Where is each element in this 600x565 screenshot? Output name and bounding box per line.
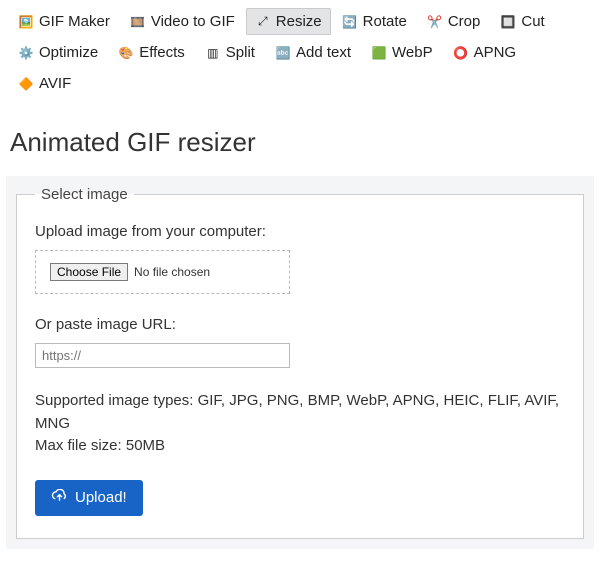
nav-video-to-gif[interactable]: 🎞️ Video to GIF (121, 8, 244, 35)
cut-icon: 🔲 (500, 14, 516, 30)
nav-rotate[interactable]: 🔄 Rotate (333, 8, 416, 35)
nav-crop[interactable]: ✂️ Crop (418, 8, 490, 35)
nav-avif[interactable]: 🔶 AVIF (9, 70, 80, 97)
nav-label: Optimize (39, 44, 98, 61)
nav-label: Split (226, 44, 255, 61)
rotate-icon: 🔄 (342, 14, 358, 30)
cloud-upload-icon (51, 489, 68, 507)
upload-button[interactable]: Upload! (35, 480, 143, 516)
main-panel: Select image Upload image from your comp… (6, 176, 594, 549)
select-image-fieldset: Select image Upload image from your comp… (16, 186, 584, 539)
nav-cut[interactable]: 🔲 Cut (491, 8, 553, 35)
url-input[interactable] (35, 343, 290, 368)
nav-optimize[interactable]: ⚙️ Optimize (9, 39, 107, 66)
nav-label: Video to GIF (151, 13, 235, 30)
nav-label: Effects (139, 44, 185, 61)
max-size: Max file size: 50MB (35, 435, 565, 458)
nav-label: GIF Maker (39, 13, 110, 30)
supported-types: Supported image types: GIF, JPG, PNG, BM… (35, 390, 565, 435)
nav-split[interactable]: ▥ Split (196, 39, 264, 66)
nav-label: AVIF (39, 75, 71, 92)
split-icon: ▥ (205, 45, 221, 61)
top-nav: 🖼️ GIF Maker 🎞️ Video to GIF ⤢ Resize 🔄 Rotate ✂… (0, 0, 600, 99)
webp-icon: 🟩 (371, 45, 387, 61)
page-title: Animated GIF resizer (10, 127, 600, 158)
file-drop-zone[interactable]: Choose File No file chosen (35, 250, 290, 294)
nav-label: APNG (474, 44, 517, 61)
nav-label: Add text (296, 44, 351, 61)
video-icon: 🎞️ (130, 14, 146, 30)
nav-label: Rotate (363, 13, 407, 30)
choose-file-button[interactable]: Choose File (50, 263, 128, 281)
nav-resize[interactable]: ⤢ Resize (246, 8, 331, 35)
nav-add-text[interactable]: 🔤 Add text (266, 39, 360, 66)
nav-webp[interactable]: 🟩 WebP (362, 39, 442, 66)
upload-label: Upload image from your computer: (35, 223, 565, 240)
nav-apng[interactable]: ⭕ APNG (444, 39, 526, 66)
nav-label: Cut (521, 13, 544, 30)
effects-icon: 🎨 (118, 45, 134, 61)
gif-maker-icon: 🖼️ (18, 14, 34, 30)
supported-info: Supported image types: GIF, JPG, PNG, BM… (35, 390, 565, 458)
optimize-icon: ⚙️ (18, 45, 34, 61)
upload-button-label: Upload! (75, 489, 127, 506)
resize-icon: ⤢ (255, 14, 271, 30)
crop-icon: ✂️ (427, 14, 443, 30)
file-status-text: No file chosen (134, 265, 210, 279)
avif-icon: 🔶 (18, 76, 34, 92)
nav-gif-maker[interactable]: 🖼️ GIF Maker (9, 8, 119, 35)
fieldset-legend: Select image (35, 186, 134, 203)
nav-label: Crop (448, 13, 481, 30)
nav-label: Resize (276, 13, 322, 30)
url-label: Or paste image URL: (35, 316, 565, 333)
add-text-icon: 🔤 (275, 45, 291, 61)
nav-label: WebP (392, 44, 433, 61)
apng-icon: ⭕ (453, 45, 469, 61)
nav-effects[interactable]: 🎨 Effects (109, 39, 194, 66)
